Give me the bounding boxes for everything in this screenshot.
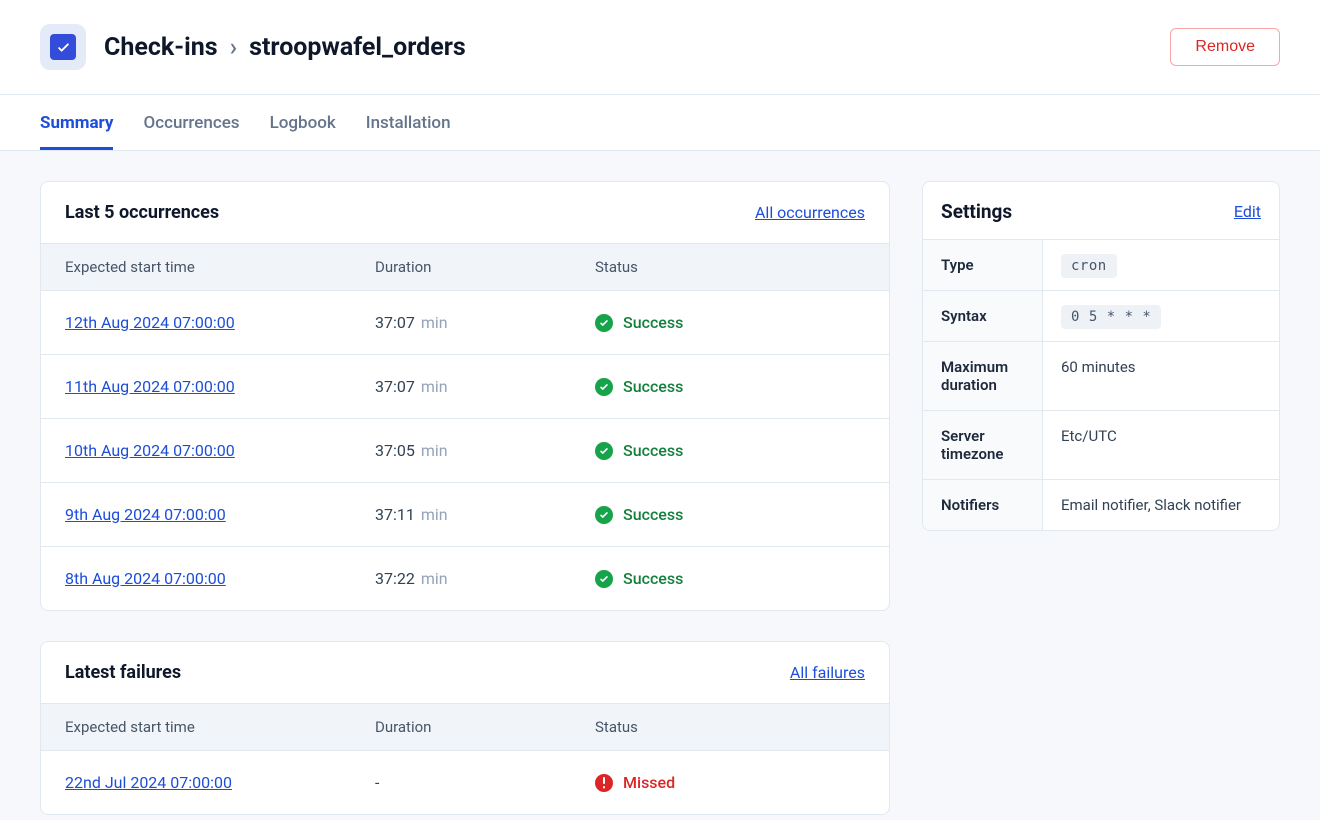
settings-label: Syntax [923,291,1043,341]
table-row: 9th Aug 2024 07:00:00 37:11 min Success [41,483,889,547]
occurrence-time-link[interactable]: 12th Aug 2024 07:00:00 [65,313,235,332]
edit-settings-link[interactable]: Edit [1234,202,1261,221]
error-icon [595,774,613,792]
tab-logbook[interactable]: Logbook [270,95,336,150]
settings-value: cron [1043,240,1279,290]
duration-unit: min [421,441,448,460]
tab-occurrences[interactable]: Occurrences [143,95,239,150]
success-icon [595,314,613,332]
table-row: 11th Aug 2024 07:00:00 37:07 min Success [41,355,889,419]
table-row: 12th Aug 2024 07:00:00 37:07 min Success [41,291,889,355]
remove-button[interactable]: Remove [1170,28,1280,66]
settings-row-timezone: Server timezone Etc/UTC [923,411,1279,480]
syntax-chip: 0 5 * * * [1061,305,1161,329]
settings-label: Server timezone [923,411,1043,479]
status-badge: Success [595,441,865,460]
duration-unit: min [421,505,448,524]
status-text: Success [623,569,683,588]
table-row: 8th Aug 2024 07:00:00 37:22 min Success [41,547,889,610]
status-badge: Success [595,313,865,332]
settings-value: Etc/UTC [1043,411,1279,479]
type-chip: cron [1061,254,1117,278]
duration-unit: min [421,569,448,588]
breadcrumb-current: stroopwafel_orders [249,33,466,62]
success-icon [595,442,613,460]
duration-value: 37:07 [375,377,415,396]
occurrence-time-link[interactable]: 10th Aug 2024 07:00:00 [65,441,235,460]
tabs: Summary Occurrences Logbook Installation [0,95,1320,151]
success-icon [595,506,613,524]
occurrence-time-link[interactable]: 11th Aug 2024 07:00:00 [65,377,235,396]
occurrence-time-link[interactable]: 9th Aug 2024 07:00:00 [65,505,226,524]
chevron-right-icon: › [230,33,238,62]
failures-card: Latest failures All failures Expected st… [40,641,890,815]
settings-row-type: Type cron [923,240,1279,291]
duration-unit: min [421,377,448,396]
settings-row-syntax: Syntax 0 5 * * * [923,291,1279,342]
status-text: Missed [623,773,675,792]
status-badge: Success [595,377,865,396]
duration-value: 37:05 [375,441,415,460]
duration-value: 37:07 [375,313,415,332]
settings-label: Type [923,240,1043,290]
duration-value: - [375,773,379,792]
duration-unit: min [421,313,448,332]
settings-label: Notifiers [923,480,1043,530]
settings-card: Settings Edit Type cron Syntax 0 5 * * *… [922,181,1280,531]
status-text: Success [623,505,683,524]
column-duration: Duration [375,258,595,276]
failure-time-link[interactable]: 22nd Jul 2024 07:00:00 [65,773,232,792]
status-badge: Success [595,505,865,524]
checkins-icon [40,24,86,70]
settings-value: 60 minutes [1043,342,1279,410]
status-text: Success [623,441,683,460]
column-status: Status [595,258,865,276]
settings-value: Email notifier, Slack notifier [1043,480,1279,530]
column-duration: Duration [375,718,595,736]
settings-label: Maximum duration [923,342,1043,410]
status-text: Success [623,313,683,332]
status-badge: Missed [595,773,865,792]
status-text: Success [623,377,683,396]
content-area: Last 5 occurrences All occurrences Expec… [0,151,1320,820]
all-failures-link[interactable]: All failures [790,663,865,682]
settings-value: 0 5 * * * [1043,291,1279,341]
column-status: Status [595,718,865,736]
checkmark-icon [50,34,76,60]
occurrences-card: Last 5 occurrences All occurrences Expec… [40,181,890,611]
failures-title: Latest failures [65,662,790,683]
table-row: 22nd Jul 2024 07:00:00 - Missed [41,751,889,814]
table-row: 10th Aug 2024 07:00:00 37:05 min Success [41,419,889,483]
occurrences-title: Last 5 occurrences [65,202,755,223]
breadcrumb-root[interactable]: Check-ins [104,33,218,62]
occurrences-table-header: Expected start time Duration Status [41,243,889,291]
all-occurrences-link[interactable]: All occurrences [755,203,865,222]
status-badge: Success [595,569,865,588]
tab-installation[interactable]: Installation [366,95,451,150]
tab-summary[interactable]: Summary [40,95,113,150]
occurrence-time-link[interactable]: 8th Aug 2024 07:00:00 [65,569,226,588]
page-header: Check-ins › stroopwafel_orders Remove [0,0,1320,95]
settings-row-max-duration: Maximum duration 60 minutes [923,342,1279,411]
duration-value: 37:11 [375,505,415,524]
column-time: Expected start time [65,258,375,276]
success-icon [595,570,613,588]
settings-title: Settings [941,200,1234,223]
column-time: Expected start time [65,718,375,736]
duration-value: 37:22 [375,569,415,588]
success-icon [595,378,613,396]
failures-table-header: Expected start time Duration Status [41,703,889,751]
settings-row-notifiers: Notifiers Email notifier, Slack notifier [923,480,1279,530]
breadcrumb: Check-ins › stroopwafel_orders [104,33,466,62]
